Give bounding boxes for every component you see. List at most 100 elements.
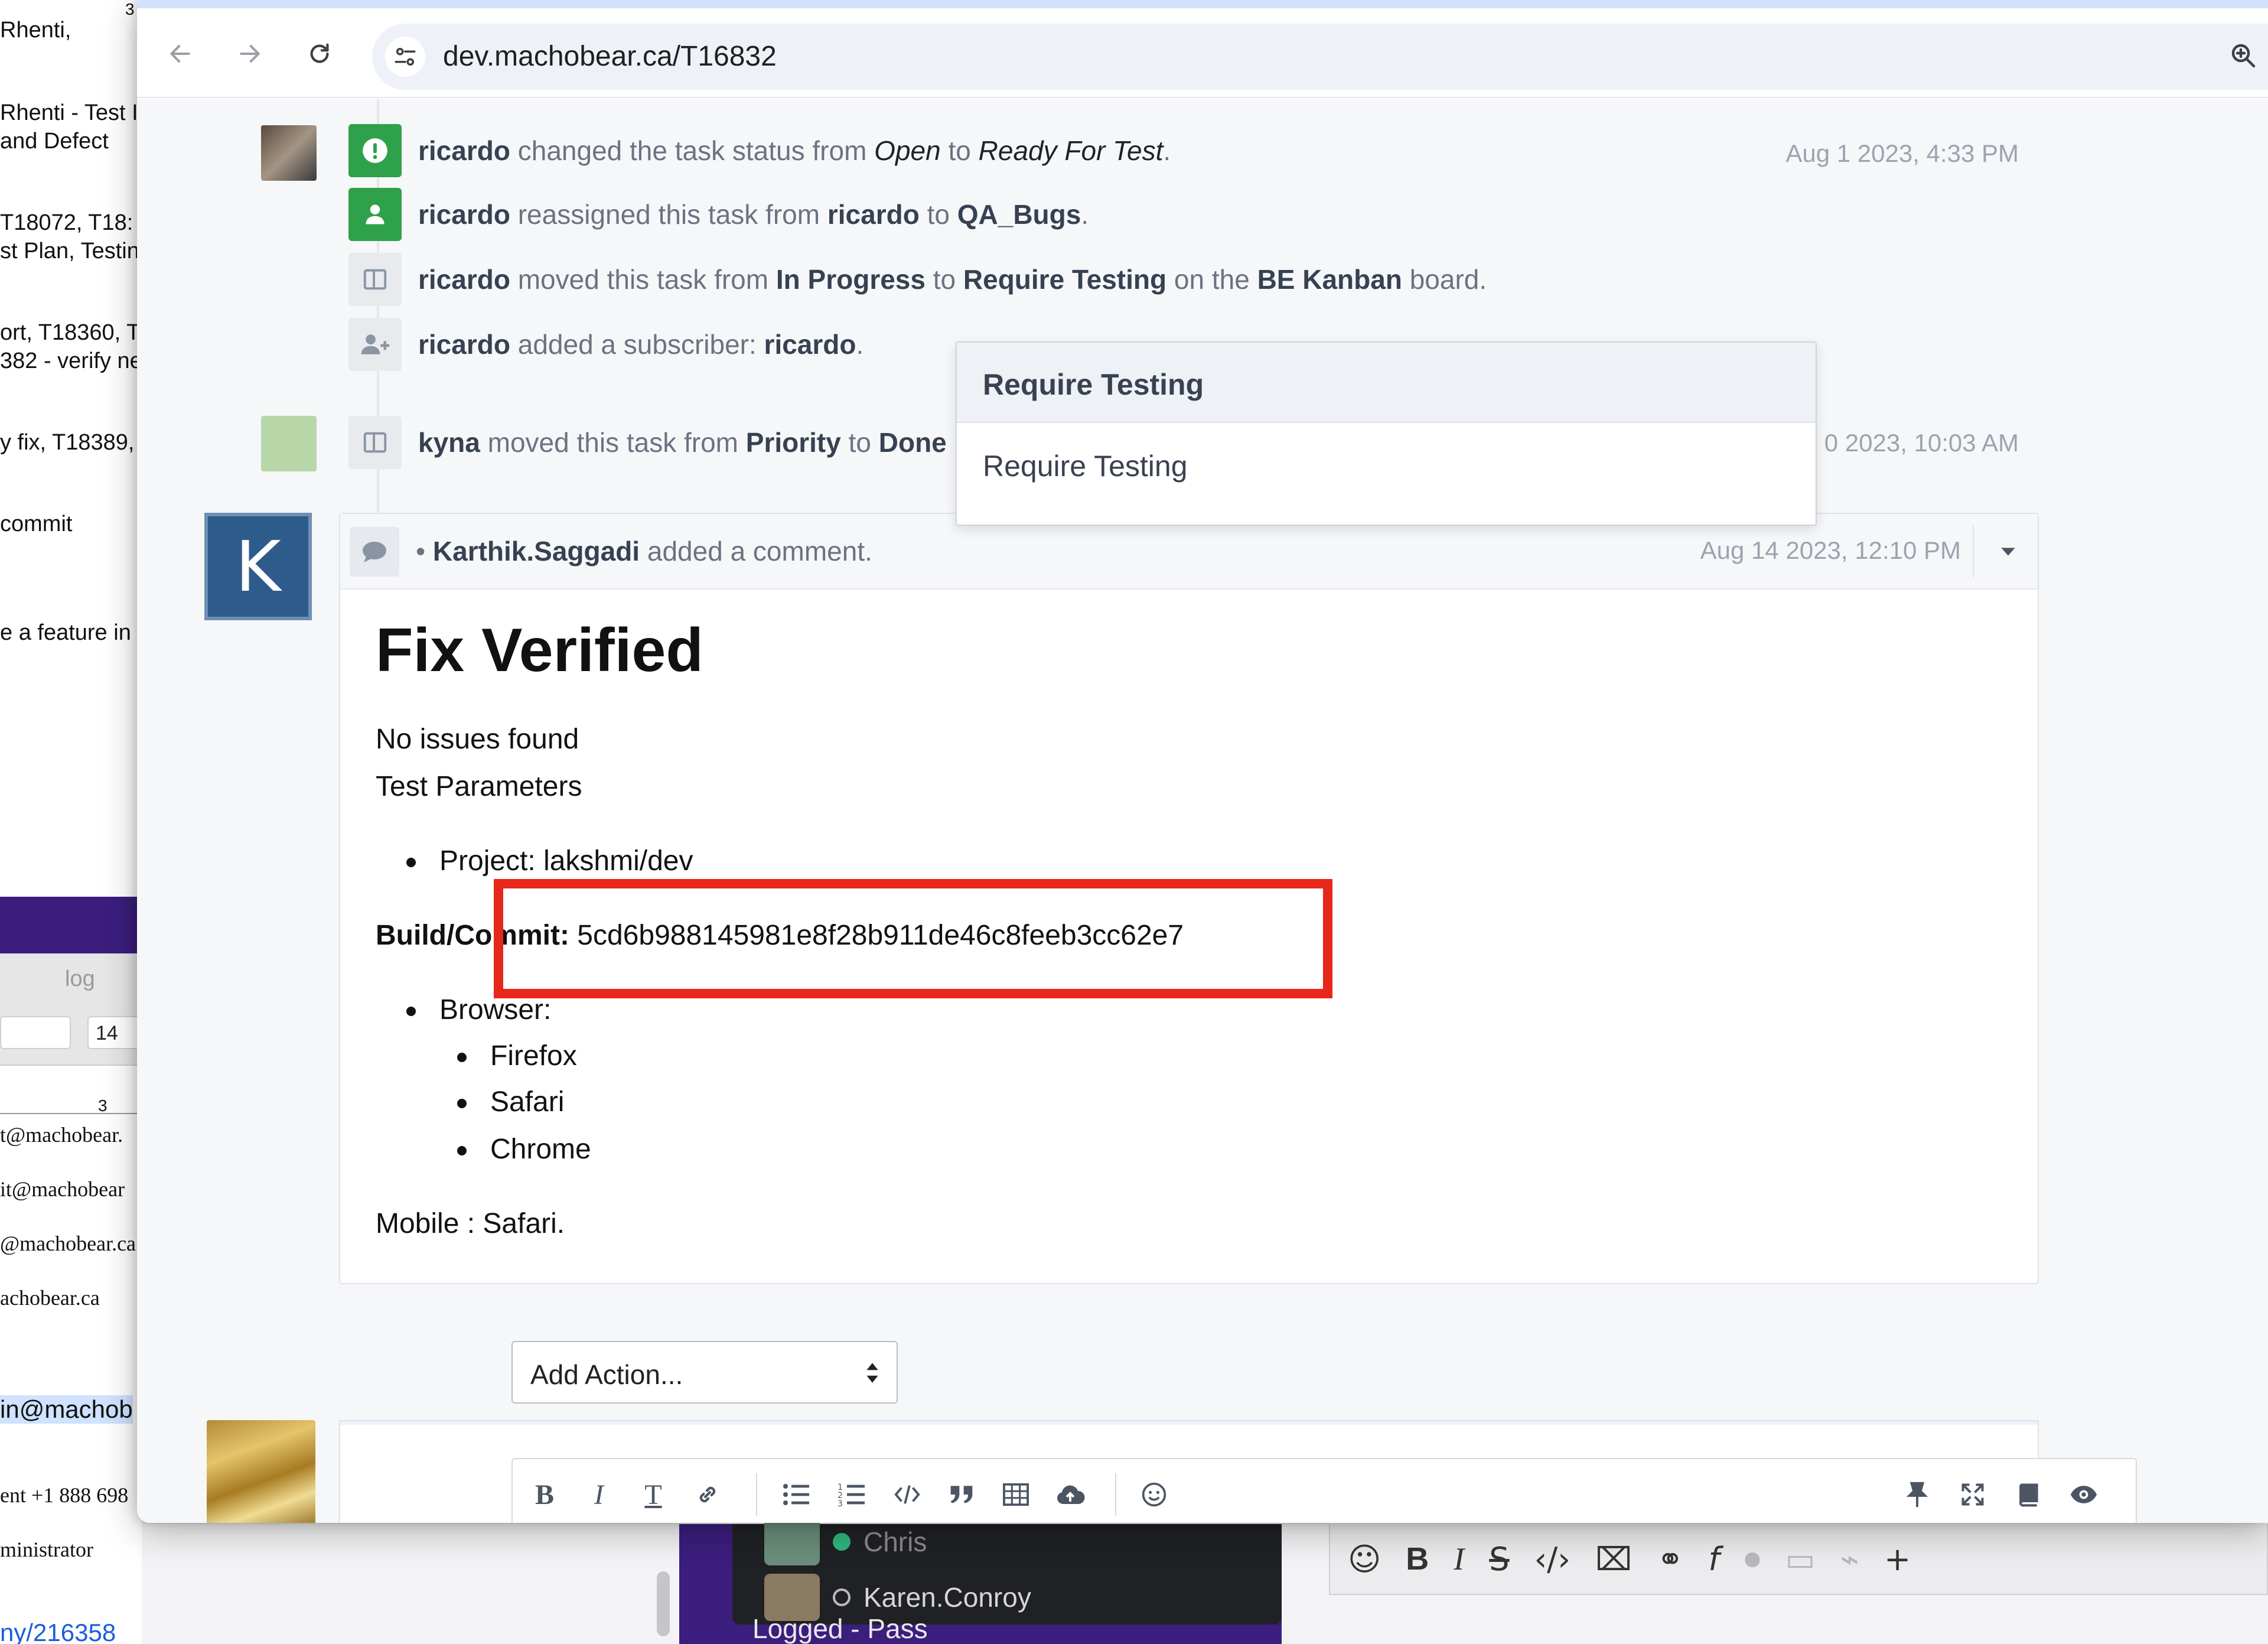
online-status-dot (833, 1533, 850, 1551)
avatar-letter: K (235, 526, 281, 607)
event-text: reassigned this task from (510, 199, 827, 230)
comment-icon-box (350, 527, 399, 577)
board-icon-box (348, 253, 402, 306)
list-bullet (457, 1146, 467, 1155)
browser-param: Browser: (439, 994, 552, 1026)
event-actor[interactable]: ricardo (418, 135, 510, 166)
event-actor[interactable]: ricardo (418, 264, 510, 295)
bulleted-list-button[interactable] (778, 1477, 814, 1512)
code-icon: ‹/› (1534, 1540, 1570, 1578)
event-text: on the (1166, 264, 1257, 295)
red-highlight-box (494, 879, 1332, 998)
browser-item: Firefox (490, 1040, 577, 1072)
background-document-window: Rhenti, Rhenti - Test I and Defect T1807… (0, 0, 142, 1644)
event-date[interactable]: 0 2023, 10:03 AM (1824, 429, 2019, 457)
reload-button[interactable] (299, 33, 340, 74)
preview-button[interactable] (2066, 1477, 2101, 1512)
event-to[interactable]: Done (879, 427, 947, 458)
event-board[interactable]: BE Kanban (1257, 264, 1402, 295)
bg-doc-line: st Plan, Testin (0, 239, 139, 263)
zoom-button[interactable] (2229, 41, 2257, 73)
user-icon (366, 204, 384, 224)
columns-icon (363, 432, 387, 453)
forward-button[interactable] (229, 33, 271, 74)
add-action-select[interactable]: Add Action... (511, 1341, 898, 1404)
browser-item: Chrome (490, 1134, 591, 1165)
bg-chat-avatar (764, 1518, 820, 1565)
user-avatar-ricardo[interactable] (261, 125, 317, 181)
column-tooltip-popup: Require Testing Require Testing (956, 341, 1817, 526)
editor-toolbar: B I T 123 (511, 1458, 2137, 1523)
fullscreen-button[interactable] (1955, 1477, 1990, 1512)
comment-menu-button[interactable] (1996, 540, 2020, 567)
forward-arrow-icon (240, 45, 260, 63)
bg-email-line: achobear.ca (0, 1286, 100, 1310)
comment-date[interactable]: Aug 14 2023, 12:10 PM (1700, 536, 1961, 565)
list-bullet (457, 1099, 467, 1108)
strikethrough-icon: S (1489, 1540, 1510, 1578)
comment-line: No issues found (376, 724, 579, 755)
event-text: . (856, 329, 864, 360)
timeline-event-board-move: ricardo moved this task from In Progress… (348, 253, 1487, 306)
code-button[interactable] (889, 1477, 925, 1512)
cloud-upload-icon (1057, 1485, 1085, 1504)
address-bar[interactable]: dev.machobear.ca/T16832 (372, 24, 2268, 90)
columns-icon (363, 269, 387, 290)
event-text: . (1163, 135, 1171, 166)
event-text: . (1081, 199, 1089, 230)
italic-button[interactable]: I (581, 1477, 617, 1512)
add-user-icon (361, 334, 390, 354)
event-from[interactable]: ricardo (827, 199, 920, 230)
page-content: ricardo changed the task status from Ope… (137, 99, 2268, 1523)
bg-doc-line: Rhenti, (0, 18, 71, 43)
bg-doc-line: commit (0, 512, 73, 536)
back-button[interactable] (159, 33, 201, 74)
event-actor[interactable]: ricardo (418, 329, 510, 360)
event-text: board. (1402, 264, 1487, 295)
toolbar-divider (756, 1473, 757, 1516)
user-avatar-kyna[interactable] (261, 416, 317, 471)
event-actor[interactable]: kyna (418, 427, 480, 458)
event-text: moved this task from (480, 427, 746, 458)
bg-email-line: t@machobear. (0, 1123, 123, 1147)
add-action-label: Add Action... (530, 1359, 683, 1390)
quote-button[interactable] (944, 1477, 979, 1512)
numbered-list-icon: 123 (838, 1483, 865, 1508)
event-from: Priority (745, 427, 841, 458)
reference-button[interactable] (2010, 1477, 2046, 1512)
reassign-icon-box (348, 188, 402, 241)
table-icon (1003, 1483, 1029, 1506)
browser-item: Safari (490, 1086, 565, 1118)
bg-spinner (0, 1016, 71, 1049)
timeline-event-status: ricardo changed the task status from Ope… (348, 124, 1171, 177)
table-button[interactable] (998, 1477, 1034, 1512)
current-user-avatar[interactable] (207, 1420, 315, 1523)
board-icon-box (348, 416, 402, 469)
comment-action: added a comment. (640, 536, 872, 567)
numbered-list-button[interactable]: 123 (834, 1477, 869, 1512)
event-to[interactable]: Require Testing (963, 264, 1166, 295)
link-button[interactable] (690, 1477, 725, 1512)
bg-purple-band (0, 897, 142, 953)
emoji-button[interactable] (1136, 1477, 1172, 1512)
mic-icon: ⏺ (1744, 1540, 1761, 1577)
bg-selected-line: in@machob (0, 1395, 133, 1424)
bg-font-size: 14 (87, 1016, 141, 1049)
event-date[interactable]: Aug 1 2023, 4:33 PM (1785, 139, 2019, 168)
bg-chat-user-list: Chris Karen.Conroy (732, 1518, 1282, 1625)
zoom-icon (2231, 44, 2256, 68)
event-subscriber[interactable]: ricardo (764, 329, 856, 360)
event-to[interactable]: QA_Bugs (957, 199, 1081, 230)
bold-button[interactable]: B (527, 1477, 562, 1512)
pin-button[interactable] (1899, 1477, 1935, 1512)
event-actor[interactable]: ricardo (418, 199, 510, 230)
subscriber-icon-box (348, 318, 402, 371)
comment-author[interactable]: Karthik.Saggadi (433, 536, 640, 567)
text-size-button[interactable]: T (636, 1477, 671, 1512)
event-from: In Progress (775, 264, 926, 295)
site-settings-button[interactable] (385, 37, 425, 77)
eye-icon (2070, 1486, 2097, 1503)
away-status-dot (833, 1588, 850, 1606)
upload-button[interactable] (1052, 1477, 1088, 1512)
commenter-avatar[interactable]: K (204, 513, 312, 620)
